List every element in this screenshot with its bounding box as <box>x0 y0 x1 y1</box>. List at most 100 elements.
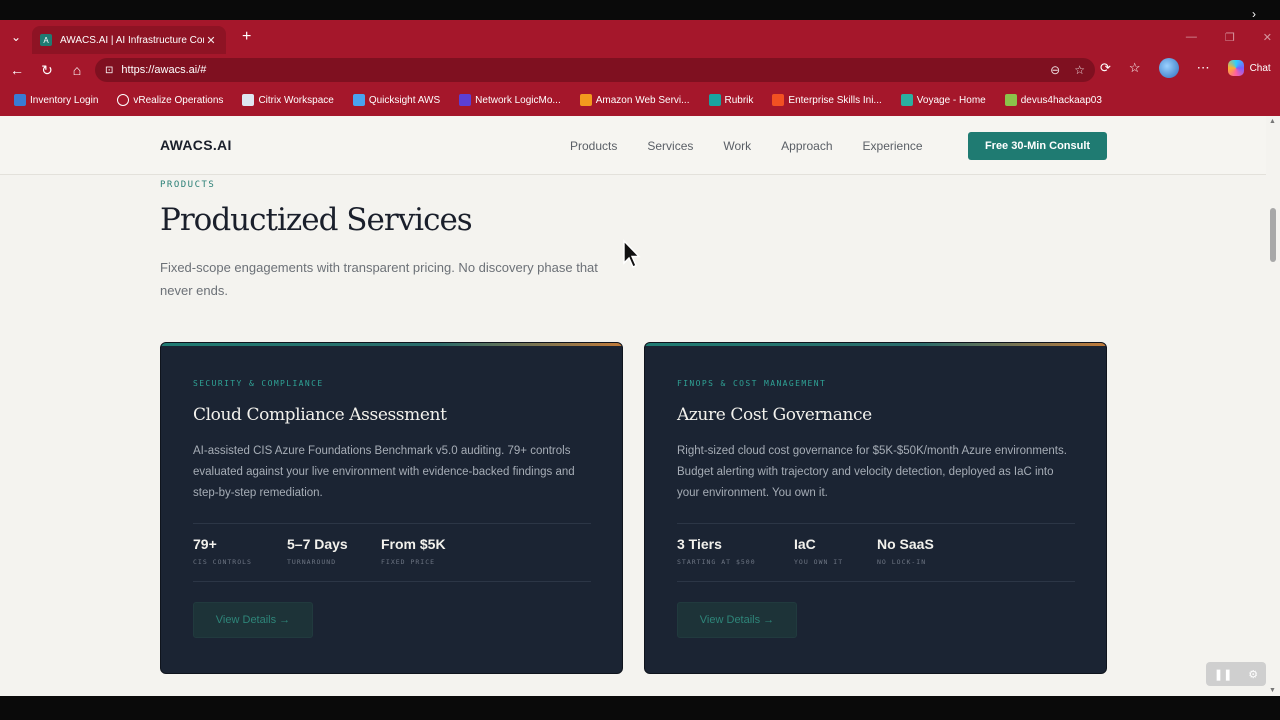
microsoft-icon <box>772 94 785 106</box>
active-tab[interactable]: A AWACS.AI | AI Infrastructure Consu ✕ <box>32 26 226 54</box>
bookmark-item[interactable]: vRealize Operations <box>117 94 223 106</box>
stat-item: IaC YOU OWN IT <box>794 536 877 566</box>
chart-icon <box>352 94 365 106</box>
pause-icon[interactable]: ❚❚ <box>1214 668 1232 681</box>
extensions-icon[interactable]: ⟳ <box>1100 60 1111 76</box>
scroll-up-arrow-icon[interactable]: ▲ <box>1269 118 1276 125</box>
card-accent-line <box>645 343 1106 346</box>
close-tab-icon[interactable]: ✕ <box>204 34 218 47</box>
view-details-button[interactable]: View Details → <box>193 602 313 638</box>
view-details-button[interactable]: View Details → <box>677 602 797 638</box>
mouse-pointer-icon <box>623 239 641 268</box>
site-info-icon[interactable]: ⊡ <box>105 65 113 76</box>
tab-list-chevron-icon[interactable]: ⌄ <box>0 20 32 54</box>
card-divider <box>677 523 1075 524</box>
nav-approach[interactable]: Approach <box>781 139 832 153</box>
page-viewport: AWACS.AI Products Services Work Approach… <box>0 116 1280 696</box>
section-heading: Productized Services <box>160 202 473 238</box>
stat-item: 5–7 Days TURNAROUND <box>287 536 381 566</box>
bookmark-item[interactable]: Inventory Login <box>14 94 98 106</box>
bookmark-label: Quicksight AWS <box>368 94 441 106</box>
bookmark-label: Amazon Web Servi... <box>595 94 690 106</box>
scrollbar-thumb[interactable] <box>1270 208 1276 262</box>
bookmark-label: Citrix Workspace <box>258 94 334 106</box>
back-arrow-icon[interactable]: ← <box>2 55 32 85</box>
stat-item: 79+ CIS CONTROLS <box>193 536 287 566</box>
stat-label: CIS CONTROLS <box>193 558 252 566</box>
toolbar-right: ⟳ ☆ ⋯ Chat <box>1100 58 1271 78</box>
bookmark-item[interactable]: Network LogicMo... <box>459 94 561 106</box>
favorite-star-icon[interactable]: ☆ <box>1074 63 1085 77</box>
nav-work[interactable]: Work <box>723 139 751 153</box>
more-menu-icon[interactable]: ⋯ <box>1197 60 1210 76</box>
home-icon[interactable]: ⌂ <box>62 55 92 85</box>
browser-chrome: ⌄ A AWACS.AI | AI Infrastructure Consu ✕… <box>0 0 1280 116</box>
site-nav: Products Services Work Approach Experien… <box>570 139 953 153</box>
stat-item: 3 Tiers STARTING AT $500 <box>677 536 794 566</box>
bookmark-item[interactable]: Enterprise Skills Ini... <box>772 94 882 106</box>
bookmark-item[interactable]: Amazon Web Servi... <box>579 94 690 106</box>
card-category: FINOPS & COST MANAGEMENT <box>677 379 827 388</box>
screen-top-bar <box>0 0 1280 20</box>
product-card-compliance: SECURITY & COMPLIANCE Cloud Compliance A… <box>160 342 623 674</box>
consult-cta-button[interactable]: Free 30-Min Consult <box>968 132 1107 160</box>
card-divider <box>193 523 591 524</box>
url-text[interactable]: https://awacs.ai/# <box>121 64 1036 76</box>
recording-controls: ❚❚ ⚙ <box>1206 662 1266 686</box>
bookmark-label: Inventory Login <box>30 94 99 106</box>
copilot-icon <box>1227 60 1244 76</box>
stat-label: FIXED PRICE <box>381 558 436 566</box>
new-tab-plus-icon[interactable]: + <box>242 28 251 46</box>
card-accent-line <box>161 343 622 346</box>
card-divider <box>193 581 591 582</box>
nav-products[interactable]: Products <box>570 139 617 153</box>
stat-value: 79+ <box>193 536 217 552</box>
bookmark-item[interactable]: Quicksight AWS <box>352 94 441 106</box>
card-divider <box>677 581 1075 582</box>
card-description: Right-sized cloud cost governance for $5… <box>677 445 1067 499</box>
tab-strip: ⌄ A AWACS.AI | AI Infrastructure Consu ✕… <box>0 20 1280 54</box>
address-row: ← ↻ ⌂ ⊡ https://awacs.ai/# ⊖ ☆ ⟳ ☆ ⋯ Cha… <box>0 54 1280 86</box>
bookmark-item[interactable]: Citrix Workspace <box>242 94 334 106</box>
bookmarks-overflow-chevron-icon[interactable]: › <box>1252 7 1256 21</box>
settings-icon[interactable]: ⚙ <box>1248 668 1258 681</box>
card-stats: 79+ CIS CONTROLS 5–7 Days TURNAROUND Fro… <box>193 536 446 566</box>
site-logo[interactable]: AWACS.AI <box>160 137 232 153</box>
copilot-chat-button[interactable]: Chat <box>1227 60 1271 76</box>
inventory-icon <box>14 94 26 106</box>
scroll-down-arrow-icon[interactable]: ▼ <box>1269 687 1276 694</box>
card-category: SECURITY & COMPLIANCE <box>193 379 324 388</box>
stat-label: NO LOCK-IN <box>877 558 927 566</box>
favorites-icon[interactable]: ☆ <box>1129 60 1141 76</box>
stat-item: No SaaS NO LOCK-IN <box>877 536 934 566</box>
bookmark-item[interactable]: devus4hackaap03 <box>1004 94 1102 106</box>
minimize-icon[interactable]: — <box>1186 31 1197 43</box>
site-header: AWACS.AI Products Services Work Approach… <box>0 116 1266 175</box>
bookmark-label: Network LogicMo... <box>475 94 561 106</box>
card-description: AI-assisted CIS Azure Foundations Benchm… <box>193 445 575 499</box>
nav-services[interactable]: Services <box>647 139 693 153</box>
voyage-icon <box>900 94 913 106</box>
bookmark-label: devus4hackaap03 <box>1020 94 1102 106</box>
chat-label: Chat <box>1249 62 1271 74</box>
stat-label: TURNAROUND <box>287 558 337 566</box>
maximize-icon[interactable]: ❐ <box>1225 31 1235 44</box>
stat-value: From $5K <box>381 536 446 552</box>
stat-label: YOU OWN IT <box>794 558 844 566</box>
puzzle-icon <box>1004 94 1017 106</box>
profile-avatar[interactable] <box>1158 58 1179 78</box>
nav-experience[interactable]: Experience <box>863 139 923 153</box>
globe-icon <box>117 94 130 106</box>
stat-value: 5–7 Days <box>287 536 348 552</box>
product-card-cost-governance: FINOPS & COST MANAGEMENT Azure Cost Gove… <box>644 342 1107 674</box>
page-scrollbar[interactable]: ▲ ▼ <box>1266 116 1280 696</box>
address-bar[interactable]: ⊡ https://awacs.ai/# ⊖ ☆ <box>95 58 1095 82</box>
stat-value: No SaaS <box>877 536 934 552</box>
reader-mode-icon[interactable]: ⊖ <box>1050 63 1060 77</box>
bookmark-item[interactable]: Rubrik <box>708 94 753 106</box>
bookmark-item[interactable]: Voyage - Home <box>900 94 986 106</box>
bookmark-label: vRealize Operations <box>133 94 224 106</box>
reload-icon[interactable]: ↻ <box>32 55 62 85</box>
card-stats: 3 Tiers STARTING AT $500 IaC YOU OWN IT … <box>677 536 934 566</box>
close-window-icon[interactable]: ✕ <box>1263 31 1272 44</box>
